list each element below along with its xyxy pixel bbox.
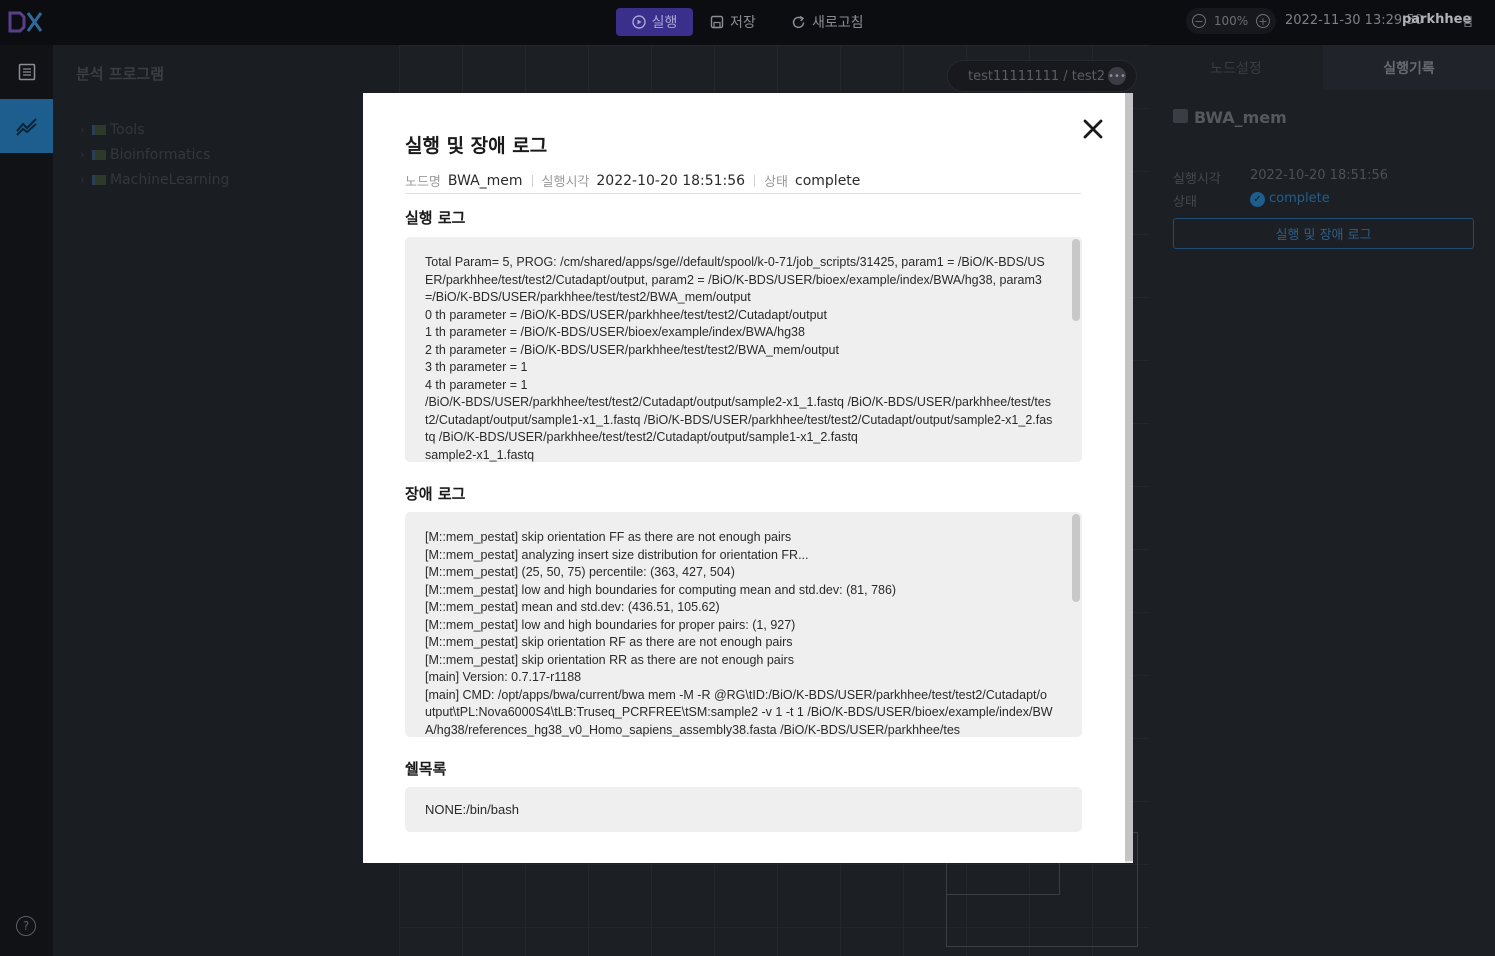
modal-meta: 노드명 BWA_mem 실행시각 2022-10-20 18:51:56 상태 … (405, 171, 861, 191)
meta-node-label: 노드명 (405, 175, 441, 190)
error-log-box[interactable]: [M::mem_pestat] skip orientation FF as t… (405, 512, 1082, 737)
play-icon (631, 15, 646, 29)
user-name[interactable]: parkhhee (1402, 12, 1471, 27)
log-modal: 실행 및 장애 로그 노드명 BWA_mem 실행시각 2022-10-20 1… (363, 93, 1133, 863)
program-panel-title: 분석 프로그램 (76, 65, 165, 83)
folder-icon (92, 149, 106, 160)
zoom-level: 100% (1213, 14, 1249, 28)
program-panel: 분석 프로그램 › Tools › Bioinformatics › Machi… (53, 45, 399, 956)
refresh-button-label: 새로고침 (812, 15, 864, 31)
log-line: [M::mem_pestat] skip orientation RF as t… (425, 635, 793, 649)
nav-document[interactable] (0, 45, 53, 99)
meta-node-value: BWA_mem (447, 172, 523, 189)
log-line: 3 th parameter = 1 (425, 360, 528, 374)
document-icon (18, 63, 35, 81)
error-log-content: [M::mem_pestat] skip orientation FF as t… (425, 529, 1053, 737)
program-tree: › Tools › Bioinformatics › MachineLearni… (80, 117, 229, 192)
log-line: [M::mem_pestat] skip orientation RR as t… (425, 652, 794, 667)
tree-item-label: Bioinformatics (110, 146, 211, 163)
modal-scrollbar-thumb[interactable] (1125, 93, 1133, 861)
log-line: [M::mem_pestat] low and high boundaries … (425, 617, 796, 632)
run-button-label: 실행 (651, 15, 678, 31)
node-name: BWA_mem (1194, 108, 1287, 127)
modal-scrollbar[interactable] (1125, 93, 1133, 863)
folder-icon (92, 174, 106, 185)
tree-item-machinelearning[interactable]: › MachineLearning (80, 167, 229, 192)
user-suffix: 님 (1462, 15, 1474, 29)
zoom-out-icon[interactable]: − (1192, 14, 1206, 28)
log-line: [M::mem_pestat] low and high boundaries … (425, 582, 897, 597)
save-button-label: 저장 (730, 15, 756, 31)
tree-item-tools[interactable]: › Tools (80, 117, 229, 142)
log-line: 2 th parameter = /BiO/K-BDS/USER/parkhhe… (425, 342, 839, 357)
log-line: [M::mem_pestat] skip orientation FF as t… (425, 530, 792, 544)
log-line: [M::mem_pestat] mean and std.dev: (436.5… (425, 600, 720, 614)
log-line: [M::mem_pestat] (25, 50, 75) percentile:… (425, 565, 735, 579)
exec-log-box[interactable]: Total Param= 5, PROG: /cm/shared/apps/sg… (405, 237, 1082, 462)
log-line: Total Param= 5, PROG: /cm/shared/apps/sg… (425, 255, 1045, 304)
analysis-chart-icon (15, 118, 37, 136)
exec-log-title: 실행 로그 (405, 209, 466, 227)
log-line: /BiO/K-BDS/USER/parkhhee/test/test2/Cuta… (425, 395, 1053, 444)
modal-title: 실행 및 장애 로그 (405, 135, 548, 157)
tree-item-label: Tools (110, 121, 145, 138)
refresh-icon (792, 15, 805, 28)
exec-error-log-button[interactable]: 실행 및 장애 로그 (1173, 218, 1474, 249)
top-bar: 실행 저장 새로고침 − 100% + 2022-11-30 13:29:50 … (0, 0, 1495, 45)
app-logo[interactable] (8, 10, 44, 34)
meta-status-value: complete (795, 172, 861, 189)
shell-list-box: NONE:/bin/bash (405, 787, 1082, 832)
left-nav: ? (0, 45, 53, 956)
exec-log-content: Total Param= 5, PROG: /cm/shared/apps/sg… (425, 254, 1053, 462)
log-line: [M::mem_pestat] analyzing insert size di… (425, 547, 809, 562)
tree-item-bioinformatics[interactable]: › Bioinformatics (80, 142, 229, 167)
folder-icon (92, 124, 106, 135)
more-icon[interactable]: ••• (1108, 67, 1126, 85)
help-icon[interactable]: ? (16, 916, 36, 936)
nav-analysis[interactable] (0, 99, 53, 153)
status-value: complete (1269, 191, 1330, 206)
exec-time-label: 실행시각 (1173, 172, 1221, 187)
log-line: sample2-x1_1.fastq (425, 447, 535, 462)
log-line: [main] CMD: /opt/apps/bwa/current/bwa me… (425, 687, 1053, 737)
meta-time-value: 2022-10-20 18:51:56 (596, 172, 746, 189)
meta-time-label: 실행시각 (541, 175, 590, 190)
log-line: [main] Version: 0.7.17-r1188 (425, 670, 582, 684)
exec-time-value: 2022-10-20 18:51:56 (1250, 168, 1389, 183)
node-icon (1173, 109, 1188, 123)
run-button[interactable]: 실행 (616, 8, 693, 36)
shell-list-title: 쉘목록 (405, 760, 447, 778)
tab-node-settings[interactable]: 노드설정 (1149, 45, 1323, 90)
save-button[interactable]: 저장 (710, 8, 756, 36)
status-label: 상태 (1173, 195, 1197, 210)
save-icon (710, 15, 724, 29)
exec-log-scrollbar[interactable] (1072, 239, 1080, 321)
meta-status-label: 상태 (764, 175, 789, 190)
error-log-scrollbar[interactable] (1072, 514, 1080, 602)
log-line: 4 th parameter = 1 (425, 377, 528, 392)
meta-separator (754, 174, 756, 187)
chevron-right-icon: › (80, 173, 85, 186)
shell-value: NONE:/bin/bash (425, 802, 519, 817)
zoom-control: − 100% + (1186, 8, 1276, 34)
error-log-title: 장애 로그 (405, 485, 466, 503)
meta-separator (531, 174, 533, 187)
chevron-right-icon: › (80, 123, 85, 136)
log-line: 1 th parameter = /BiO/K-BDS/USER/bioex/e… (425, 325, 805, 339)
modal-divider (405, 193, 1081, 194)
tree-item-label: MachineLearning (110, 171, 230, 188)
canvas-path-label: test11111111 / test2 (968, 68, 1106, 84)
refresh-button[interactable]: 새로고침 (791, 8, 864, 36)
zoom-in-icon[interactable]: + (1256, 14, 1270, 28)
tab-execution-history[interactable]: 실행기록 (1323, 45, 1495, 90)
log-line: 0 th parameter = /BiO/K-BDS/USER/parkhhe… (425, 307, 827, 322)
chevron-right-icon: › (80, 148, 85, 161)
check-circle-icon: ✓ (1250, 192, 1265, 207)
close-icon[interactable] (1079, 115, 1107, 143)
